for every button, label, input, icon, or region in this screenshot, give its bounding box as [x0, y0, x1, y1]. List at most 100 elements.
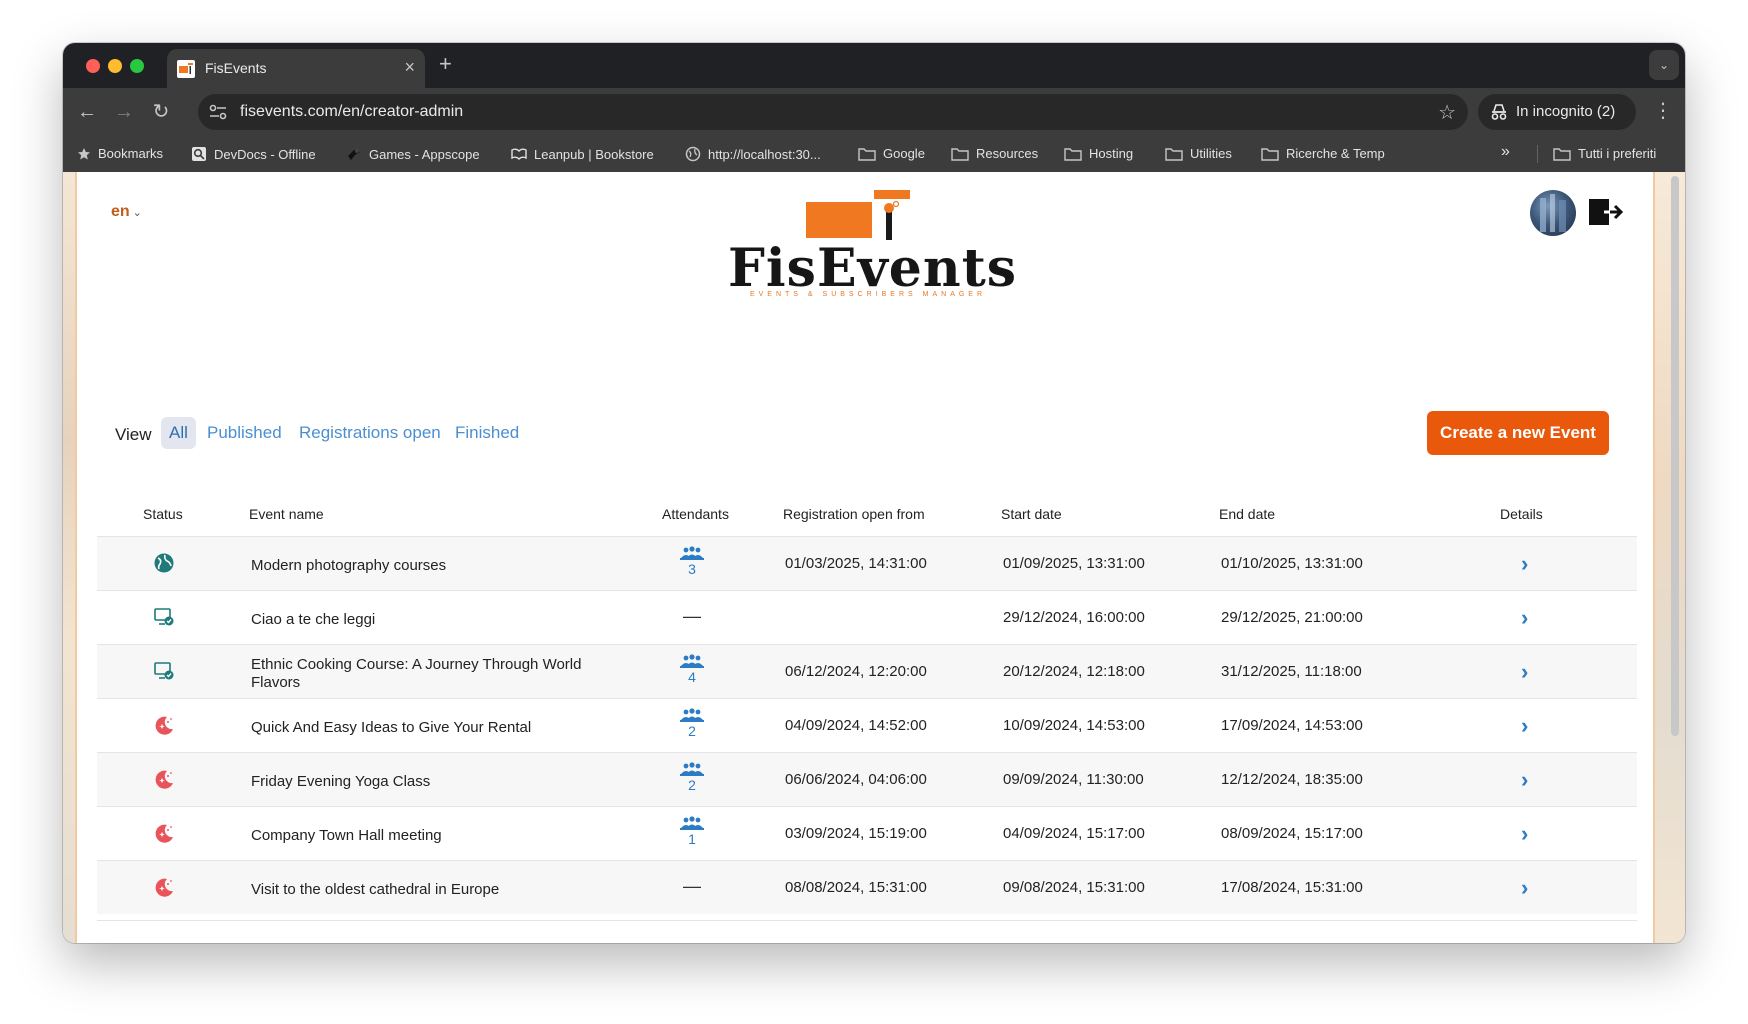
- registration-open-from: 08/08/2024, 15:31:00: [785, 879, 927, 896]
- online-check-icon: [154, 608, 174, 626]
- end-date: 29/12/2025, 21:00:00: [1221, 609, 1363, 626]
- table-row[interactable]: Ethnic Cooking Course: A Journey Through…: [97, 644, 1637, 698]
- bookmark-item[interactable]: Leanpub | Bookstore: [511, 146, 654, 162]
- bookmark-folder[interactable]: Resources: [951, 146, 1038, 161]
- details-chevron-right-icon[interactable]: ›: [1521, 659, 1528, 685]
- site-info-icon[interactable]: [208, 103, 228, 121]
- table-row[interactable]: Modern photography courses 3 01/03/2025,…: [97, 536, 1637, 590]
- logo-wordmark: FisEvents: [728, 238, 1017, 299]
- attendants-group-icon: [680, 708, 704, 722]
- tab-close-icon[interactable]: ×: [404, 57, 415, 78]
- bookmarks-overflow-button[interactable]: »: [1501, 143, 1510, 161]
- table-row[interactable]: Company Town Hall meeting 1 03/09/2024, …: [97, 806, 1637, 860]
- bookmark-folder[interactable]: Google: [858, 146, 925, 161]
- user-avatar[interactable]: [1530, 190, 1576, 236]
- star-icon: [78, 148, 90, 160]
- bookmark-item[interactable]: DevDocs - Offline: [191, 146, 316, 162]
- table-row[interactable]: Friday Evening Yoga Class 2 06/06/2024, …: [97, 752, 1637, 806]
- games-icon: [348, 149, 360, 160]
- details-chevron-right-icon[interactable]: ›: [1521, 875, 1528, 901]
- reload-button[interactable]: ↻: [147, 98, 175, 126]
- page-content: en ⌄ FisEvents EVENTS & SUBSCRIBERS MANAG…: [63, 172, 1685, 943]
- url-text: fisevents.com/en/creator-admin: [240, 103, 464, 120]
- attendants-count: 4: [688, 669, 696, 685]
- column-header-attendants[interactable]: Attendants: [662, 506, 729, 522]
- view-label: View: [115, 425, 152, 444]
- details-chevron-right-icon[interactable]: ›: [1521, 713, 1528, 739]
- column-header-end-date[interactable]: End date: [1219, 506, 1275, 522]
- address-bar[interactable]: fisevents.com/en/creator-admin ☆: [198, 94, 1468, 130]
- filter-registrations-open[interactable]: Registrations open: [291, 417, 449, 449]
- bookmarks-divider: [1537, 145, 1538, 163]
- end-date: 31/12/2025, 11:18:00: [1221, 663, 1362, 680]
- decorative-border-left: [63, 172, 77, 943]
- fisevents-favicon-icon: [177, 60, 195, 78]
- bookmark-label: Leanpub | Bookstore: [534, 147, 654, 162]
- folder-icon: [1261, 148, 1279, 161]
- back-button[interactable]: ←: [73, 98, 101, 126]
- bookmark-folder[interactable]: Tutti i preferiti: [1553, 146, 1656, 161]
- event-name: Ciao a te che leggi: [251, 611, 376, 628]
- attendants-count: —: [683, 606, 701, 626]
- bookmark-label: Resources: [976, 146, 1039, 161]
- table-bottom-border: [97, 920, 1637, 921]
- details-chevron-right-icon[interactable]: ›: [1521, 767, 1528, 793]
- column-header-event-name[interactable]: Event name: [249, 506, 324, 522]
- table-row[interactable]: Visit to the oldest cathedral in Europe …: [97, 860, 1637, 914]
- column-header-registration-open-from[interactable]: Registration open from: [783, 506, 925, 522]
- end-date: 01/10/2025, 13:31:00: [1221, 555, 1363, 572]
- folder-icon: [951, 148, 969, 161]
- bookmarks-bar: Bookmarks DevDocs - Offline Games - Apps…: [63, 136, 1685, 172]
- bookmark-folder[interactable]: Hosting: [1064, 146, 1133, 161]
- table-row[interactable]: Quick And Easy Ideas to Give Your Rental…: [97, 698, 1637, 752]
- table-row[interactable]: Ciao a te che leggi — 29/12/2024, 16:00:…: [97, 590, 1637, 644]
- logo-tagline: EVENTS & SUBSCRIBERS MANAGER: [749, 291, 987, 298]
- minimize-window-button[interactable]: [108, 59, 122, 73]
- registration-open-from: 06/06/2024, 04:06:00: [785, 771, 927, 788]
- end-date: 17/09/2024, 14:53:00: [1221, 717, 1363, 734]
- details-chevron-right-icon[interactable]: ›: [1521, 551, 1528, 577]
- filter-finished[interactable]: Finished: [447, 417, 527, 449]
- bookmark-star-icon[interactable]: ☆: [1438, 100, 1456, 125]
- attendants-cell[interactable]: 1: [677, 816, 707, 847]
- page-scrollbar[interactable]: [1671, 176, 1679, 736]
- browser-menu-icon[interactable]: ⋮: [1653, 98, 1673, 123]
- create-event-button[interactable]: Create a new Event: [1427, 411, 1609, 455]
- filter-published[interactable]: Published: [199, 417, 290, 449]
- language-selector[interactable]: en ⌄: [111, 203, 142, 221]
- column-header-status[interactable]: Status: [143, 506, 183, 522]
- attendants-cell[interactable]: 2: [677, 762, 707, 793]
- bookmark-item[interactable]: http://localhost:30...: [685, 146, 821, 162]
- maximize-window-button[interactable]: [130, 59, 144, 73]
- registration-open-from: 01/03/2025, 14:31:00: [785, 555, 927, 572]
- attendants-cell[interactable]: 4: [677, 654, 707, 685]
- incognito-indicator[interactable]: In incognito (2): [1478, 94, 1636, 130]
- bookmark-item[interactable]: Games - Appscope: [346, 146, 480, 162]
- tab-strip: FisEvents × + ⌄: [63, 43, 1685, 88]
- filter-all[interactable]: All: [161, 417, 196, 449]
- forward-button[interactable]: →: [110, 98, 138, 126]
- start-date: 20/12/2024, 12:18:00: [1003, 663, 1145, 680]
- attendants-cell[interactable]: 3: [677, 546, 707, 577]
- bookmark-label: Ricerche & Temp: [1286, 146, 1385, 161]
- bookmark-folder[interactable]: Utilities: [1165, 146, 1232, 161]
- tab-search-button[interactable]: ⌄: [1649, 50, 1679, 80]
- attendants-cell[interactable]: 2: [677, 708, 707, 739]
- details-chevron-right-icon[interactable]: ›: [1521, 605, 1528, 631]
- attendants-cell: —: [677, 876, 707, 897]
- bookmark-item[interactable]: Bookmarks: [77, 146, 163, 161]
- bookmark-label: Games - Appscope: [369, 147, 480, 162]
- start-date: 01/09/2025, 13:31:00: [1003, 555, 1145, 572]
- devdocs-icon: [192, 147, 206, 161]
- new-tab-button[interactable]: +: [439, 51, 452, 77]
- browser-window: FisEvents × + ⌄ ← → ↻ fisevents.com/en/c…: [63, 43, 1685, 943]
- bookmark-folder[interactable]: Ricerche & Temp: [1261, 146, 1385, 161]
- column-header-start-date[interactable]: Start date: [1001, 506, 1062, 522]
- bookmark-label: http://localhost:30...: [708, 147, 821, 162]
- close-window-button[interactable]: [86, 59, 100, 73]
- events-table-header: Status Event name Attendants Registratio…: [97, 492, 1637, 536]
- event-name: Company Town Hall meeting: [251, 827, 442, 844]
- details-chevron-right-icon[interactable]: ›: [1521, 821, 1528, 847]
- browser-tab[interactable]: FisEvents ×: [167, 49, 425, 88]
- logout-icon[interactable]: [1588, 196, 1624, 228]
